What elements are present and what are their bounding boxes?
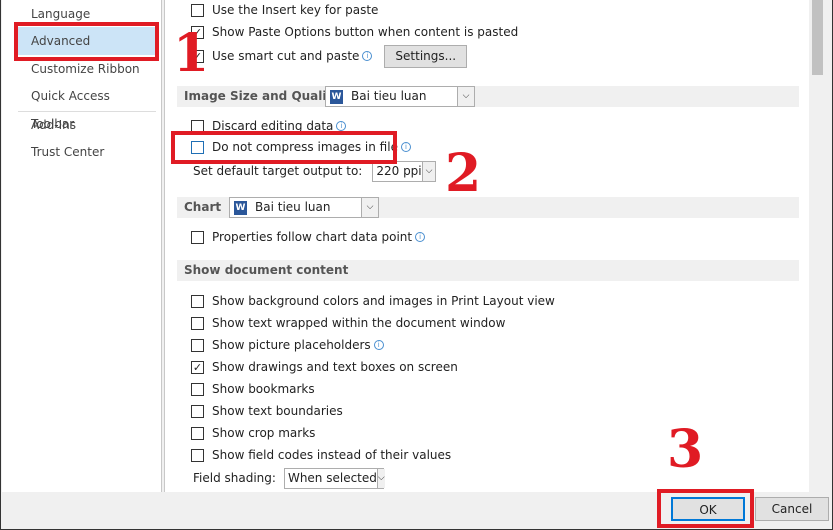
label: Set default target output to: <box>193 164 363 178</box>
checkbox[interactable] <box>191 230 204 244</box>
dropdown-value: Bai tieu luan <box>351 89 427 103</box>
dropdown-value: 220 ppi <box>376 164 422 178</box>
show-option-checkbox[interactable]: Show field codes instead of their values <box>191 445 451 465</box>
show-paste-options-checkbox[interactable]: ✓ Show Paste Options button when content … <box>191 22 518 42</box>
sidebar: Language Advanced Customize Ribbon Quick… <box>2 0 162 492</box>
checkbox[interactable] <box>191 426 204 440</box>
advanced-options-panel: Use the Insert key for paste ✓ Show Paste… <box>164 0 809 492</box>
label: Show field codes instead of their values <box>212 448 452 462</box>
word-doc-icon: W <box>330 89 343 104</box>
label: Show Paste Options button when content i… <box>212 25 519 39</box>
label: Show text boundaries <box>212 404 343 418</box>
label: Use the Insert key for paste <box>212 3 379 17</box>
checkbox[interactable] <box>191 448 204 462</box>
settings-button[interactable]: Settings... <box>384 44 468 68</box>
checkbox[interactable] <box>191 382 204 396</box>
annotation-number-1: 1 <box>173 23 210 84</box>
checkbox[interactable] <box>191 404 204 418</box>
info-icon: i <box>415 232 426 242</box>
label: Show picture placeholders <box>212 338 371 352</box>
show-option-checkbox[interactable]: Show bookmarks <box>191 379 315 399</box>
label: Show background colors and images in Pri… <box>212 294 555 308</box>
info-icon: i <box>336 121 347 131</box>
show-option-checkbox[interactable]: ✓ Show drawings and text boxes on screen <box>191 357 458 377</box>
sidebar-item-quick-access-toolbar[interactable]: Quick Access Toolbar <box>18 82 156 131</box>
target-output-row: Set default target output to: 220 ppi ⌵ <box>193 160 437 182</box>
cancel-button[interactable]: Cancel <box>755 497 829 521</box>
label: Show bookmarks <box>212 382 315 396</box>
info-icon: i <box>362 51 373 61</box>
chevron-down-icon[interactable]: ⌵ <box>421 161 436 181</box>
label: Properties follow chart data point <box>212 230 413 244</box>
word-doc-icon: W <box>234 200 247 215</box>
label: Show crop marks <box>212 426 316 440</box>
annotation-number-3: 3 <box>667 419 704 480</box>
scrollbar-thumb[interactable] <box>812 0 823 75</box>
label: Use smart cut and paste <box>212 49 360 63</box>
image-document-dropdown[interactable]: W Bai tieu luan ⌵ <box>325 86 475 107</box>
section-title: Chart <box>184 200 222 214</box>
properties-follow-chart-checkbox[interactable]: Properties follow chart data point i <box>191 227 426 247</box>
label: Show drawings and text boxes on screen <box>212 360 458 374</box>
checkmark-icon[interactable]: ✓ <box>191 360 204 374</box>
field-shading-dropdown[interactable]: When selected ⌵ <box>283 467 385 489</box>
section-title: Image Size and Quality <box>184 89 341 103</box>
chevron-down-icon[interactable]: ⌵ <box>376 468 385 488</box>
chevron-down-icon[interactable]: ⌵ <box>361 198 378 217</box>
checkbox[interactable] <box>191 338 204 352</box>
field-shading-row: Field shading: When selected ⌵ <box>193 467 385 489</box>
annotation-number-2: 2 <box>445 143 482 204</box>
checkbox[interactable] <box>191 3 204 17</box>
label: Show text wrapped within the document wi… <box>212 316 506 330</box>
dropdown-value: When selected <box>287 471 377 485</box>
info-icon: i <box>373 340 384 350</box>
show-option-checkbox[interactable]: Show background colors and images in Pri… <box>191 291 555 311</box>
smart-cut-checkbox[interactable]: ✓ Use smart cut and paste i Settings... <box>191 44 468 68</box>
show-option-checkbox[interactable]: Show text wrapped within the document wi… <box>191 313 505 333</box>
image-size-quality-header: Image Size and Quality W Bai tieu luan ⌵ <box>177 86 799 107</box>
annotation-box-ok <box>657 489 754 528</box>
show-document-content-header: Show document content <box>177 260 799 281</box>
chevron-down-icon[interactable]: ⌵ <box>457 87 474 106</box>
chart-header: Chart W Bai tieu luan ⌵ <box>177 197 799 218</box>
sidebar-item-add-ins[interactable]: Add-Ins <box>18 111 156 139</box>
annotation-box-advanced <box>14 22 159 61</box>
insert-key-checkbox[interactable]: Use the Insert key for paste <box>191 0 378 20</box>
show-option-checkbox[interactable]: Show text boundaries <box>191 401 343 421</box>
chart-document-dropdown[interactable]: W Bai tieu luan ⌵ <box>229 197 379 218</box>
dropdown-value: Bai tieu luan <box>255 200 331 214</box>
checkbox[interactable] <box>191 294 204 308</box>
checkbox[interactable] <box>191 316 204 330</box>
vertical-scrollbar[interactable] <box>809 0 826 492</box>
label: Field shading: <box>193 471 276 485</box>
sidebar-item-trust-center[interactable]: Trust Center <box>18 138 156 166</box>
info-icon: i <box>400 142 411 152</box>
options-dialog: Language Advanced Customize Ribbon Quick… <box>0 0 833 530</box>
annotation-box-no-compress <box>171 131 397 164</box>
show-option-checkbox[interactable]: Show crop marks <box>191 423 315 443</box>
show-option-checkbox[interactable]: Show picture placeholders i <box>191 335 384 355</box>
